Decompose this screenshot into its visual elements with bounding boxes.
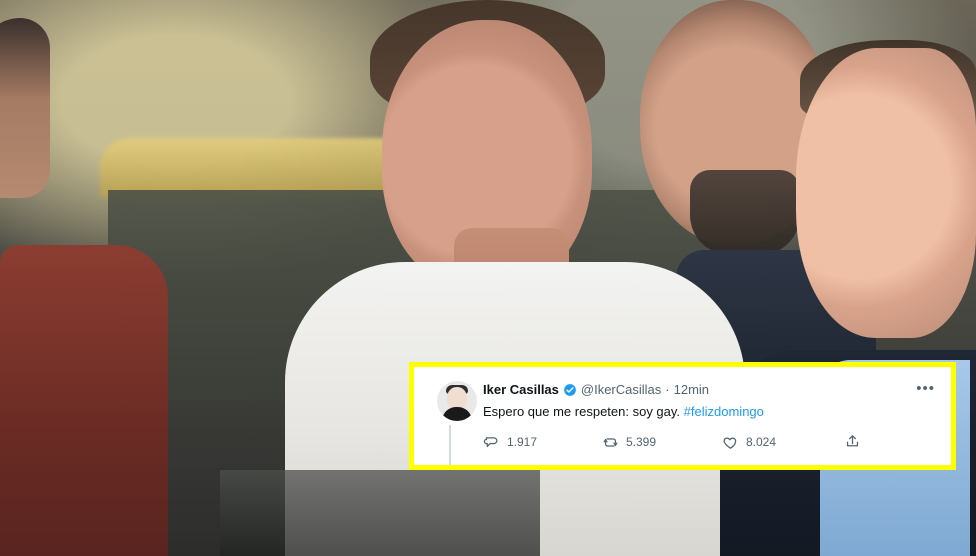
like-count: 8.024 [746, 435, 777, 449]
tweet-text-content: Espero que me respeten: soy gay. [483, 404, 681, 419]
avatar-face [447, 387, 467, 409]
tweet-card[interactable]: Iker Casillas @IkerCasillas · 12min ••• … [414, 367, 951, 465]
display-name[interactable]: Iker Casillas [483, 381, 559, 399]
right-person-head [796, 48, 976, 338]
back-person-beard [690, 170, 800, 255]
like-button[interactable]: 8.024 [722, 433, 776, 451]
hashtag-link[interactable]: #felizdomingo [684, 404, 764, 419]
reply-icon [483, 434, 500, 451]
left-person-head [0, 18, 50, 198]
avatar-shirt [442, 407, 472, 421]
timestamp[interactable]: 12min [674, 381, 709, 399]
foreground-table [220, 470, 540, 556]
header-separator: · [665, 382, 670, 397]
retweet-icon [602, 434, 619, 451]
tweet-actions: 1.917 5.399 8.024 [483, 433, 869, 451]
left-person-jacket [0, 245, 168, 556]
share-icon [844, 433, 861, 450]
handle[interactable]: @IkerCasillas [581, 381, 661, 399]
retweet-button[interactable]: 5.399 [602, 433, 656, 451]
verified-badge-icon [563, 383, 577, 397]
reply-count: 1.917 [507, 435, 538, 449]
reply-button[interactable]: 1.917 [483, 433, 537, 451]
more-icon[interactable]: ••• [916, 381, 935, 396]
tweet-header: Iker Casillas @IkerCasillas · 12min [483, 381, 709, 399]
share-button[interactable] [844, 433, 861, 450]
screenshot-scene: Iker Casillas @IkerCasillas · 12min ••• … [0, 0, 976, 556]
avatar[interactable] [437, 381, 477, 421]
retweet-count: 5.399 [626, 435, 657, 449]
thread-line [449, 425, 451, 465]
highlighted-tweet[interactable]: Iker Casillas @IkerCasillas · 12min ••• … [409, 362, 956, 470]
heart-icon [722, 434, 739, 451]
tweet-text: Espero que me respeten: soy gay. #felizd… [483, 403, 764, 421]
